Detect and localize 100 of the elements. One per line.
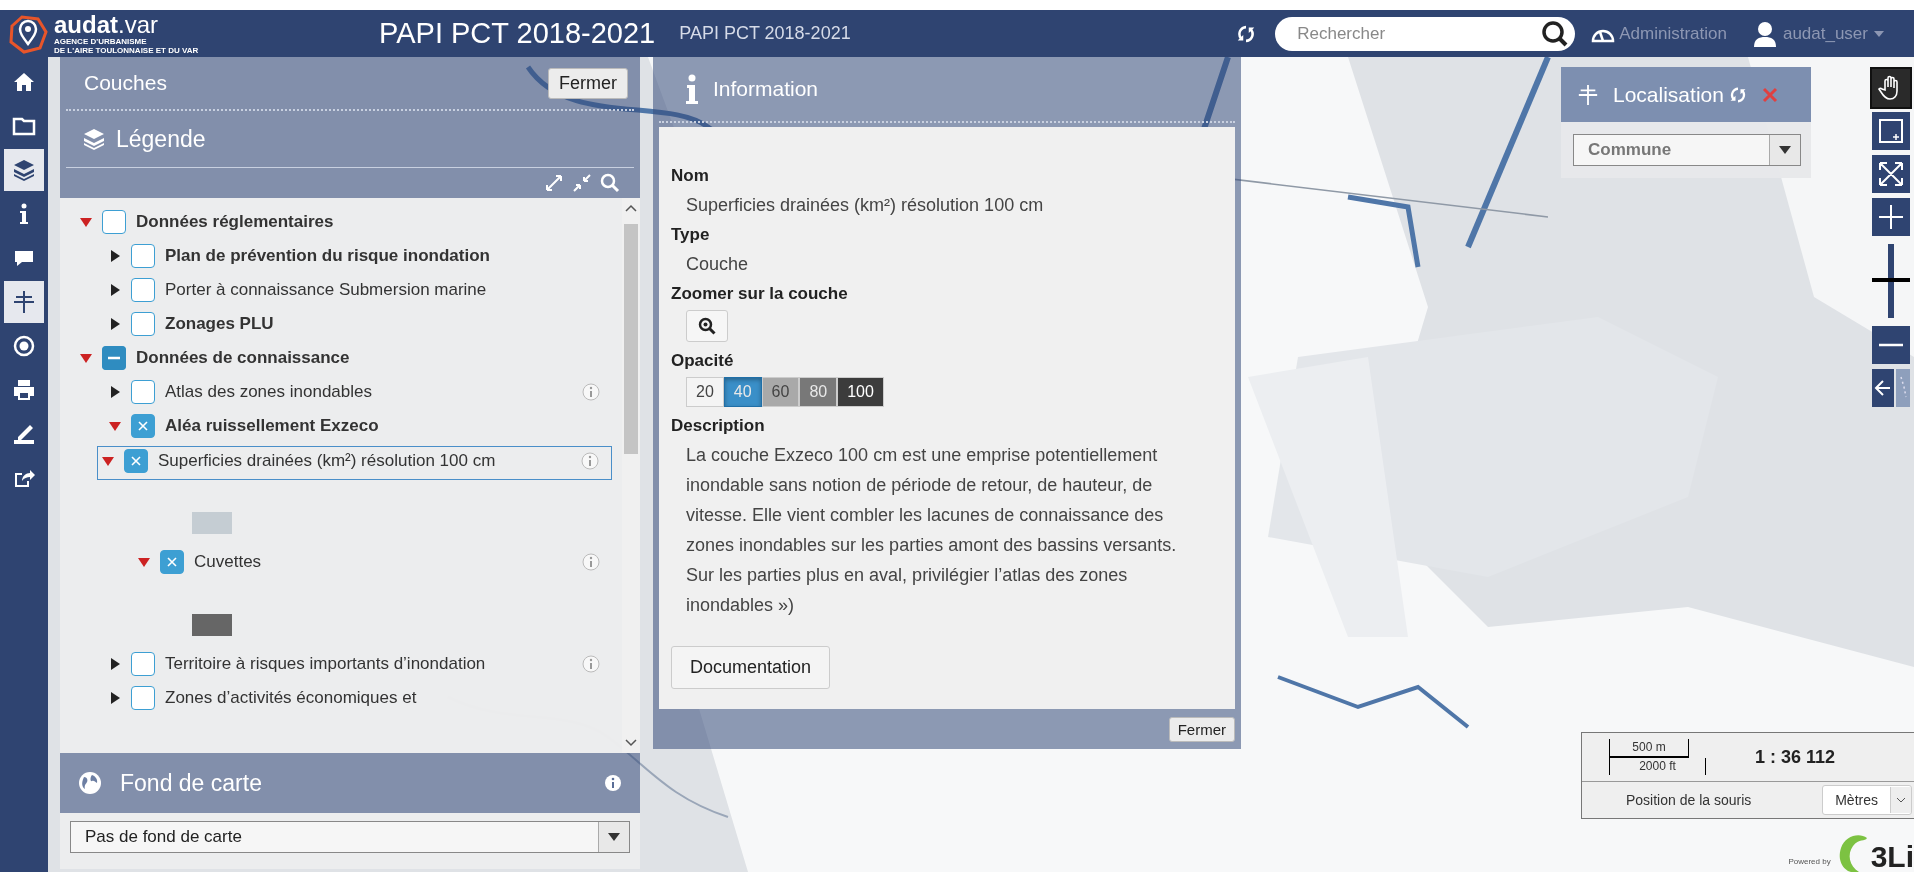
cross-mark-icon [130, 455, 142, 467]
mouse-position-label: Position de la souris [1626, 792, 1753, 808]
basemap-select[interactable]: Pas de fond de carte [70, 821, 630, 853]
select-value: Pas de fond de carte [84, 827, 243, 847]
checkbox[interactable] [131, 278, 155, 302]
opacity-option[interactable]: 60 [761, 377, 800, 407]
logo-name: audat.var [54, 12, 160, 37]
scale-ratio: 1 : 36 112 [1755, 746, 1836, 768]
caret-icon[interactable] [111, 386, 120, 398]
scale-label: 2000 ft [1609, 758, 1706, 775]
cross-icon[interactable] [12, 290, 36, 314]
caret-icon[interactable] [111, 318, 120, 330]
checkbox[interactable] [131, 652, 155, 676]
sidebar-button[interactable] [4, 149, 44, 191]
search-icon[interactable] [1541, 19, 1570, 48]
panel-title: Information [713, 77, 820, 101]
checkbox[interactable] [102, 210, 126, 234]
ruler-pencil-icon[interactable] [12, 422, 36, 446]
checkbox[interactable] [131, 686, 155, 710]
field-value: Couche [685, 253, 750, 276]
info-icon[interactable] [604, 774, 622, 792]
checkbox[interactable] [124, 449, 148, 473]
cross-mark-icon [166, 556, 178, 568]
app-subtitle: PAPI PCT 2018-2021 [679, 23, 851, 44]
chevron-icon [1896, 797, 1906, 803]
scrollbar[interactable] [622, 198, 640, 753]
caret-icon[interactable] [111, 692, 120, 704]
layer-label: Zonages PLU [165, 313, 275, 335]
caret-icon[interactable] [111, 658, 120, 670]
caret-icon [608, 833, 620, 841]
checkbox[interactable] [131, 414, 155, 438]
expand-icon[interactable] [544, 173, 564, 193]
layer-label: Données de connaissance [136, 347, 351, 369]
cross-mark-icon [137, 420, 149, 432]
minus-icon [102, 346, 126, 370]
powered-by-label: Powered by [1788, 857, 1831, 866]
print-icon[interactable] [12, 378, 36, 402]
info-icon [685, 74, 699, 104]
target-icon[interactable] [12, 334, 36, 358]
caret-icon[interactable] [111, 284, 120, 296]
layer-label: Plan de prévention du risque inondation [165, 245, 491, 267]
close-button[interactable]: Fermer [548, 67, 628, 99]
selected-layer-row[interactable]: Superficies drainées (km²) résolution 100 cm [97, 446, 612, 480]
caret-icon [1874, 30, 1884, 37]
select-value: Mètres [1834, 792, 1879, 808]
field-value: Superficies drainées (km²) résolution 100 cm [685, 194, 1045, 217]
user-icon [1752, 20, 1777, 47]
logo-icon [8, 13, 48, 54]
layer-label: Cuvettes [194, 551, 263, 573]
checkbox[interactable] [131, 312, 155, 336]
scale-label: 500 m [1609, 739, 1689, 758]
overview-toggle-icon[interactable] [1872, 369, 1910, 407]
layers-icon[interactable] [12, 158, 36, 182]
field-label: Nom [671, 165, 710, 187]
panel-title: Couches [84, 71, 168, 95]
panel-title: Localisation [1613, 82, 1724, 107]
logo-tagline: AGENCE D'URBANISME [54, 36, 148, 46]
field-label: Zoomer sur la couche [671, 283, 849, 305]
chevron-up-icon[interactable] [625, 204, 637, 212]
layer-label: Données réglementaires [136, 211, 335, 233]
home-icon[interactable] [12, 70, 36, 94]
user-name: audat_user [1782, 23, 1868, 44]
collapse-icon[interactable] [572, 173, 592, 193]
logo-tagline: DE L'AIRE TOULONNAISE ET DU VAR [54, 45, 200, 55]
chevron-down-icon[interactable] [625, 739, 637, 747]
slider-thumb[interactable] [1872, 278, 1910, 282]
layer-label: Atlas des zones inondables [165, 381, 373, 403]
globe-icon [78, 771, 102, 795]
commune-select[interactable]: Commune [1573, 134, 1801, 166]
checkbox[interactable] [160, 550, 184, 574]
zoom-icon[interactable] [698, 317, 716, 335]
field-label: Type [671, 224, 711, 246]
zoom-button[interactable] [686, 310, 728, 342]
documentation-button[interactable]: Documentation [671, 646, 831, 689]
close-button[interactable]: Fermer [1168, 717, 1235, 742]
scroll-thumb[interactable] [624, 224, 638, 454]
checkbox[interactable] [131, 244, 155, 268]
search-field[interactable]: Rechercher [1275, 16, 1576, 51]
section-title: Fond de carte [120, 769, 263, 797]
checkbox[interactable] [102, 346, 126, 370]
unit-select[interactable]: Mètres [1822, 785, 1912, 815]
caret-icon[interactable] [111, 250, 120, 262]
layers-icon [82, 127, 106, 151]
checkbox[interactable] [131, 380, 155, 404]
field-value: La couche Exzeco 100 cm est une emprise potentiellement inondable sans notion de période de retour, de hauteur, de vitesse. Elle vient combler les lacunes de connaissance des zones inondables sur les parties amont des bassins versants. Sur les parties plus en aval, privilégier l’atlas des zones inondables ») [685, 444, 1178, 617]
field-label: Opacité [671, 350, 735, 372]
logo-text: 3Li [1870, 842, 1914, 872]
admin-label: Administration [1619, 23, 1727, 44]
legend-title: Légende [116, 125, 206, 153]
select-value: Commune [1587, 140, 1673, 160]
caret-icon [1779, 146, 1791, 154]
layer-label: Superficies drainées (km²) résolution 100 cm [158, 450, 497, 472]
opacity-option[interactable]: 20 [686, 377, 724, 407]
sidebar-button[interactable] [4, 281, 44, 323]
field-label: Description [671, 415, 766, 437]
opacity-option[interactable]: 100 [837, 377, 884, 407]
layer-label: Aléa ruissellement Exzeco [165, 415, 380, 437]
opacity-option[interactable]: 80 [799, 377, 838, 407]
layer-label: Porter à connaissance Submersion marine [165, 279, 488, 301]
app-title: PAPI PCT 2018-2021 [379, 17, 656, 50]
